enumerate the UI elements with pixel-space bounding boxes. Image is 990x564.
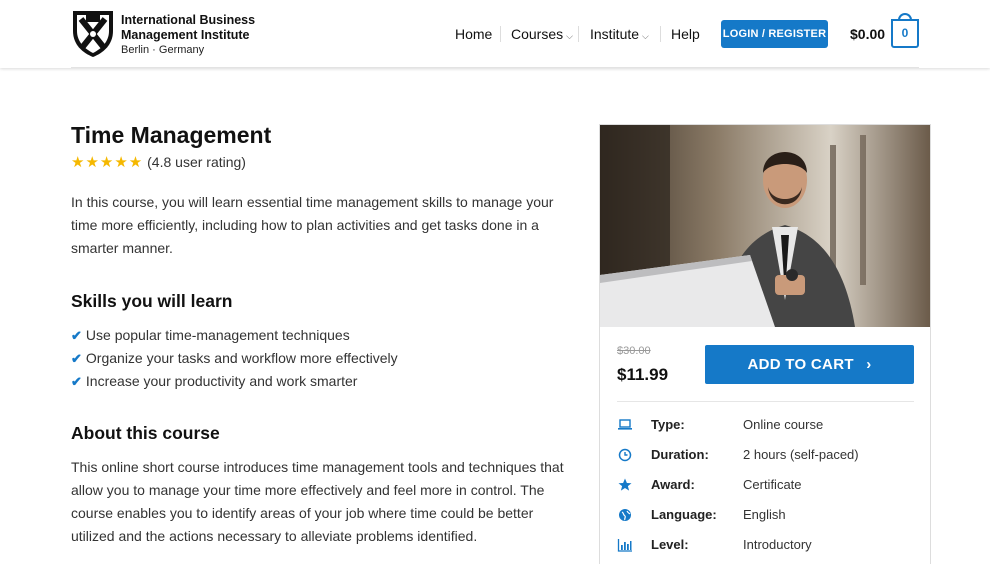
skill-item: ✔ Organize your tasks and workflow more e… xyxy=(71,350,398,366)
skill-item: ✔ Use popular time-management techniques xyxy=(71,327,350,343)
skills-heading: Skills you will learn xyxy=(71,291,233,311)
checkmark-icon: ✔ xyxy=(71,374,82,389)
original-price: $30.00 xyxy=(617,345,651,357)
nav-courses[interactable]: Courses ⌵ xyxy=(511,25,573,45)
detail-value: Online course xyxy=(743,417,824,432)
detail-value: English xyxy=(743,507,786,522)
rating-stars-icon: ★★★★★ xyxy=(71,154,144,171)
add-to-cart-label: ADD TO CART xyxy=(747,356,854,373)
skill-item: ✔ Increase your productivity and work sma… xyxy=(71,373,358,389)
about-text: This online short course introduces time… xyxy=(71,459,564,544)
sale-price: $11.99 xyxy=(617,365,669,384)
chevron-down-icon: ⌵ xyxy=(642,31,649,41)
detail-row-type: Type: Online course xyxy=(617,415,917,435)
course-rating: ★★★★★ (4.8 user rating) xyxy=(71,153,246,172)
detail-label: Type: xyxy=(651,417,685,432)
detail-label: Language: xyxy=(651,507,717,522)
card-divider xyxy=(617,401,914,402)
nav-separator xyxy=(500,26,501,42)
cart-total[interactable]: $0.00 xyxy=(850,25,885,43)
detail-row-duration: Duration: 2 hours (self-paced) xyxy=(617,445,917,465)
detail-value: Introductory xyxy=(743,537,812,552)
checkmark-icon: ✔ xyxy=(71,351,82,366)
login-register-button[interactable]: LOGIN / REGISTER xyxy=(721,20,828,48)
institute-crest-logo[interactable] xyxy=(71,9,115,59)
clock-icon xyxy=(618,448,632,462)
checkmark-icon: ✔ xyxy=(71,328,82,343)
nav-help[interactable]: Help xyxy=(671,25,700,43)
nav-separator xyxy=(660,26,661,42)
nav-institute[interactable]: Institute ⌵ xyxy=(590,25,649,45)
chevron-down-icon: ⌵ xyxy=(566,31,573,41)
rating-text: (4.8 user rating) xyxy=(147,154,246,170)
detail-row-language: Language: English xyxy=(617,505,917,525)
skills-list: ✔ Use popular time-management techniques … xyxy=(71,324,398,393)
add-to-cart-button[interactable]: ADD TO CART › xyxy=(705,345,914,384)
brand-line-1: International Business xyxy=(121,13,256,27)
about-heading: About this course xyxy=(71,423,220,443)
brand-line-2: Management Institute xyxy=(121,28,250,42)
detail-label: Level: xyxy=(651,537,689,552)
detail-value: 2 hours (self-paced) xyxy=(743,447,859,462)
course-title: Time Management xyxy=(71,122,272,148)
detail-label: Duration: xyxy=(651,447,709,462)
brand-location: Berlin · Germany xyxy=(121,44,205,56)
bar-chart-icon xyxy=(617,539,632,552)
brand-text[interactable]: International Business Management Instit… xyxy=(121,13,255,58)
nav-separator xyxy=(578,26,579,42)
detail-row-award: Award: Certificate xyxy=(617,475,917,495)
detail-value: Certificate xyxy=(743,477,802,492)
chevron-right-icon: › xyxy=(866,356,872,373)
header-divider xyxy=(71,67,919,68)
detail-label: Award: xyxy=(651,477,695,492)
nav-home[interactable]: Home xyxy=(455,25,492,43)
star-icon xyxy=(618,478,632,491)
cart-count-button[interactable]: 0 xyxy=(891,19,919,48)
laptop-icon xyxy=(618,419,632,430)
detail-row-level: Level: Introductory xyxy=(617,535,917,555)
course-intro: In this course, you will learn essential… xyxy=(71,194,554,256)
course-photo xyxy=(600,125,930,327)
globe-icon xyxy=(619,509,631,521)
